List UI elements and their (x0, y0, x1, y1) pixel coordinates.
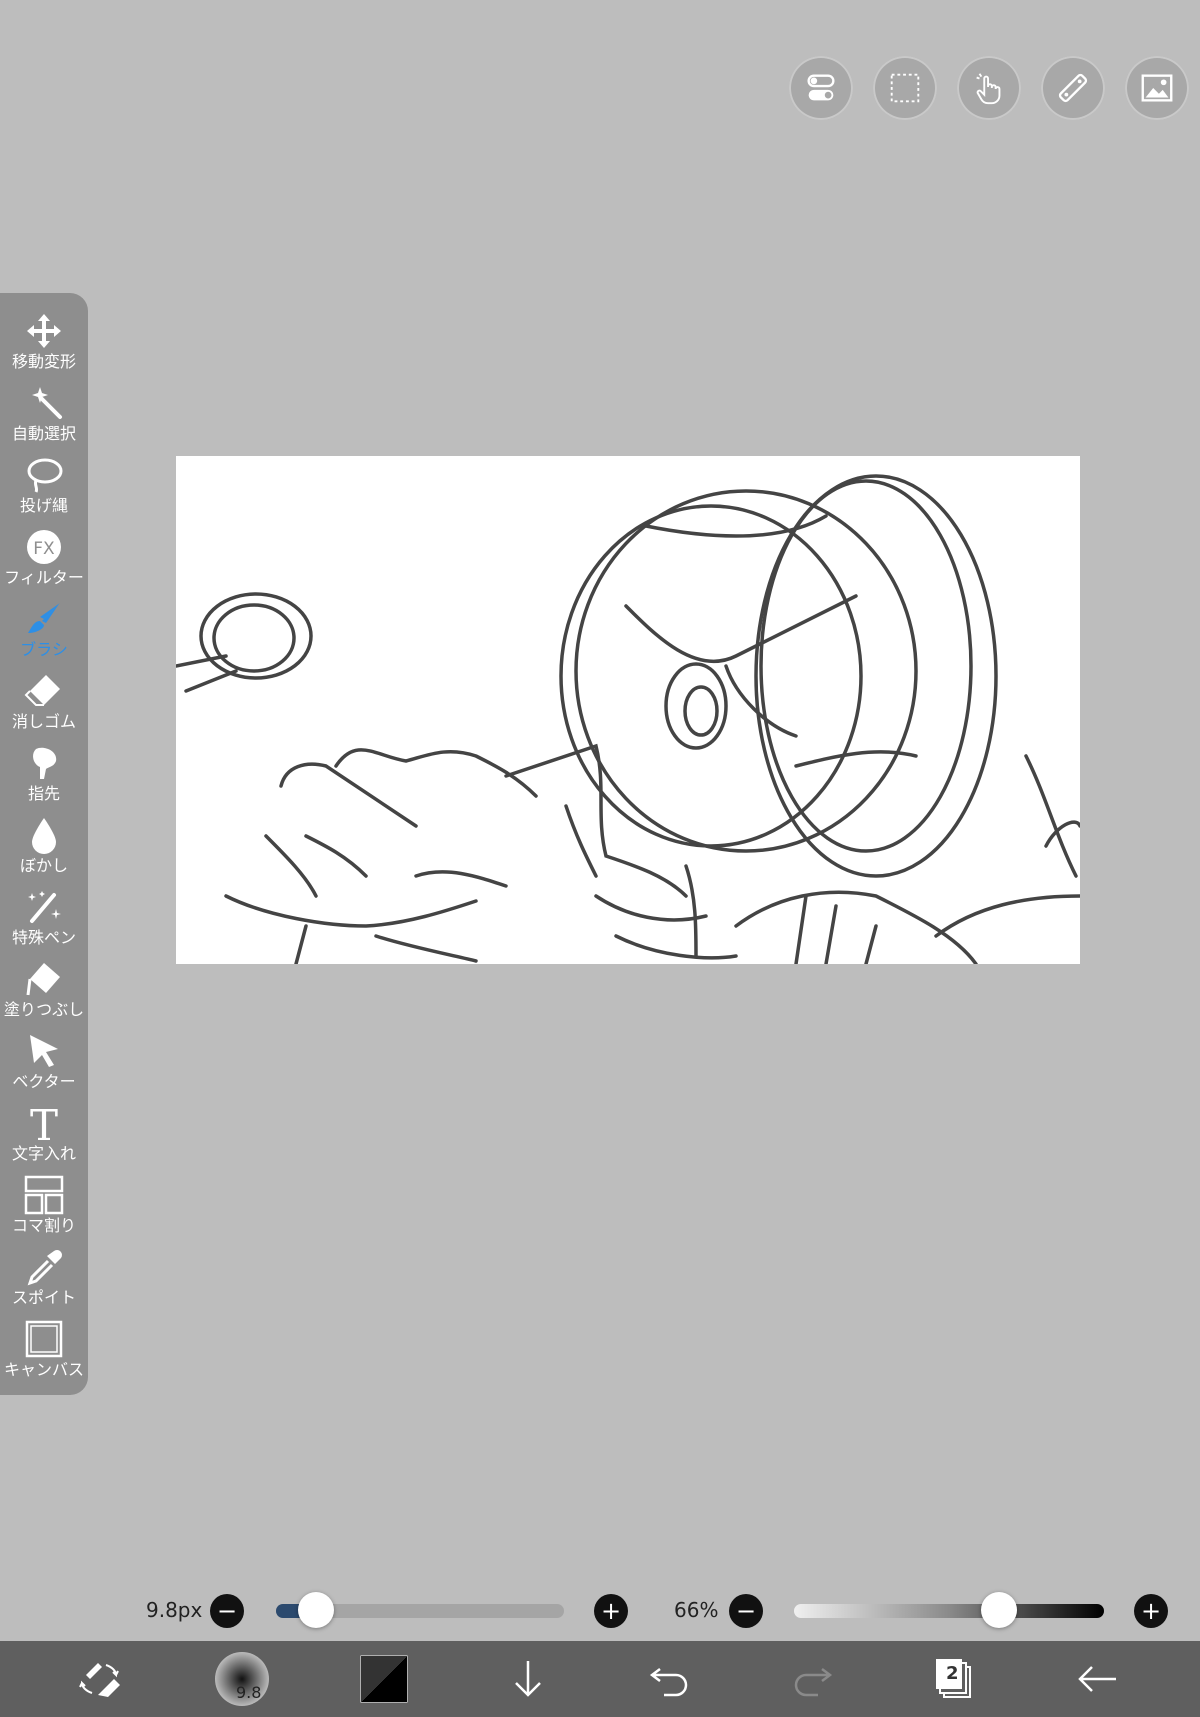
hand-icon (976, 73, 1001, 105)
undo-button[interactable] (640, 1651, 700, 1707)
tool-fill[interactable]: 塗りつぶし (0, 955, 88, 1027)
color-swatch-icon (360, 1655, 408, 1703)
tool-blur[interactable]: ぼかし (0, 811, 88, 883)
vector-icon (30, 1035, 58, 1067)
redo-icon (794, 1668, 833, 1697)
opacity-track[interactable] (794, 1604, 1104, 1618)
svg-text:T: T (30, 1103, 58, 1143)
tool-vector[interactable]: ベクター (0, 1027, 88, 1099)
selection-icon (890, 73, 920, 103)
back-button[interactable] (1068, 1651, 1128, 1707)
fill-icon (26, 963, 60, 996)
tool-label: 塗りつぶし (3, 1000, 85, 1019)
tool-canvas[interactable]: キャンバス (0, 1315, 88, 1387)
tool-label: 指先 (27, 784, 60, 803)
toggle-button[interactable] (789, 56, 853, 120)
tool-lasso[interactable]: 投げ縄 (0, 451, 88, 523)
opacity-slider-thumb[interactable] (980, 1592, 1017, 1628)
swap-tool-button[interactable] (70, 1651, 130, 1707)
tool-label: 自動選択 (11, 424, 76, 443)
ruler-button[interactable] (1041, 56, 1105, 120)
canvas-icon (25, 1320, 63, 1358)
lasso-icon (27, 458, 63, 493)
bottom-toolbar: 9.8 2 (0, 1641, 1200, 1717)
tool-label: 投げ縄 (19, 496, 68, 515)
tool-label: 消しゴム (11, 712, 76, 731)
tool-special-pen[interactable]: 特殊ペン (0, 883, 88, 955)
tool-finger[interactable]: 指先 (0, 739, 88, 811)
tool-frame[interactable]: コマ割り (0, 1171, 88, 1243)
brush-preview-label: 9.8 (236, 1683, 262, 1702)
tool-palette: 移動変形 自動選択 投げ縄 FX フィルター ブラシ 消しゴム 指先 ぼかし 特… (0, 293, 88, 1395)
tool-label: 特殊ペン (11, 928, 76, 947)
color-swatch-button[interactable] (354, 1651, 414, 1707)
tool-move[interactable]: 移動変形 (0, 307, 88, 379)
tool-label: フィルター (4, 568, 84, 587)
tool-label: ぼかし (19, 856, 68, 875)
opacity-increase-button[interactable]: + (1134, 1594, 1168, 1628)
text-icon: T (30, 1103, 58, 1143)
tool-eyedropper[interactable]: スポイト (0, 1243, 88, 1315)
tool-magic-wand[interactable]: 自動選択 (0, 379, 88, 451)
brush-controls: 9.8px − + 66% − + (0, 1580, 1200, 1640)
frame-divider-icon (24, 1175, 64, 1215)
tool-brush[interactable]: ブラシ (0, 595, 88, 667)
svg-text:FX: FX (33, 539, 55, 559)
brush-size-value: 9.8px (146, 1598, 203, 1622)
opacity-value: 66% (674, 1598, 719, 1622)
swap-tool-icon (79, 1663, 120, 1697)
toggle-icon (807, 74, 835, 101)
tool-filter[interactable]: FX フィルター (0, 523, 88, 595)
brush-size-slider-thumb[interactable] (298, 1592, 335, 1628)
undo-icon (649, 1668, 688, 1697)
move-icon (27, 314, 61, 348)
opacity-decrease-button[interactable]: − (729, 1594, 763, 1628)
download-icon (515, 1661, 541, 1697)
layer-count: 2 (946, 1663, 959, 1684)
blur-icon (32, 818, 56, 854)
fx-icon: FX (27, 530, 61, 564)
sketch-artwork (176, 474, 1080, 964)
tool-label: スポイト (11, 1288, 76, 1307)
selection-button[interactable] (873, 56, 937, 120)
brush-size-increase-button[interactable]: + (594, 1594, 628, 1628)
tool-label: キャンバス (3, 1360, 84, 1379)
tool-label: コマ割り (11, 1216, 76, 1235)
finger-icon (33, 747, 57, 779)
brush-size-decrease-button[interactable]: − (210, 1594, 244, 1628)
brush-preview-button[interactable]: 9.8 (212, 1651, 272, 1707)
drawing-canvas[interactable] (176, 456, 1080, 964)
eraser-icon (24, 675, 60, 706)
hand-button[interactable] (957, 56, 1021, 120)
material-icon (1141, 74, 1173, 102)
back-arrow-icon (1078, 1666, 1116, 1692)
tool-text[interactable]: T 文字入れ (0, 1099, 88, 1171)
tool-label: ベクター (12, 1072, 76, 1091)
tool-eraser[interactable]: 消しゴム (0, 667, 88, 739)
special-pen-icon (28, 891, 61, 923)
brush-icon (28, 603, 60, 633)
tool-label: 文字入れ (11, 1144, 76, 1163)
tool-label: ブラシ (20, 640, 68, 659)
ruler-icon (1058, 73, 1088, 103)
material-button[interactable] (1125, 56, 1189, 120)
magic-wand-icon (32, 387, 62, 419)
download-button[interactable] (498, 1651, 558, 1707)
eyedropper-icon (27, 1250, 62, 1286)
layers-button[interactable]: 2 (924, 1651, 984, 1707)
redo-button[interactable] (782, 1651, 842, 1707)
tool-label: 移動変形 (11, 352, 76, 371)
